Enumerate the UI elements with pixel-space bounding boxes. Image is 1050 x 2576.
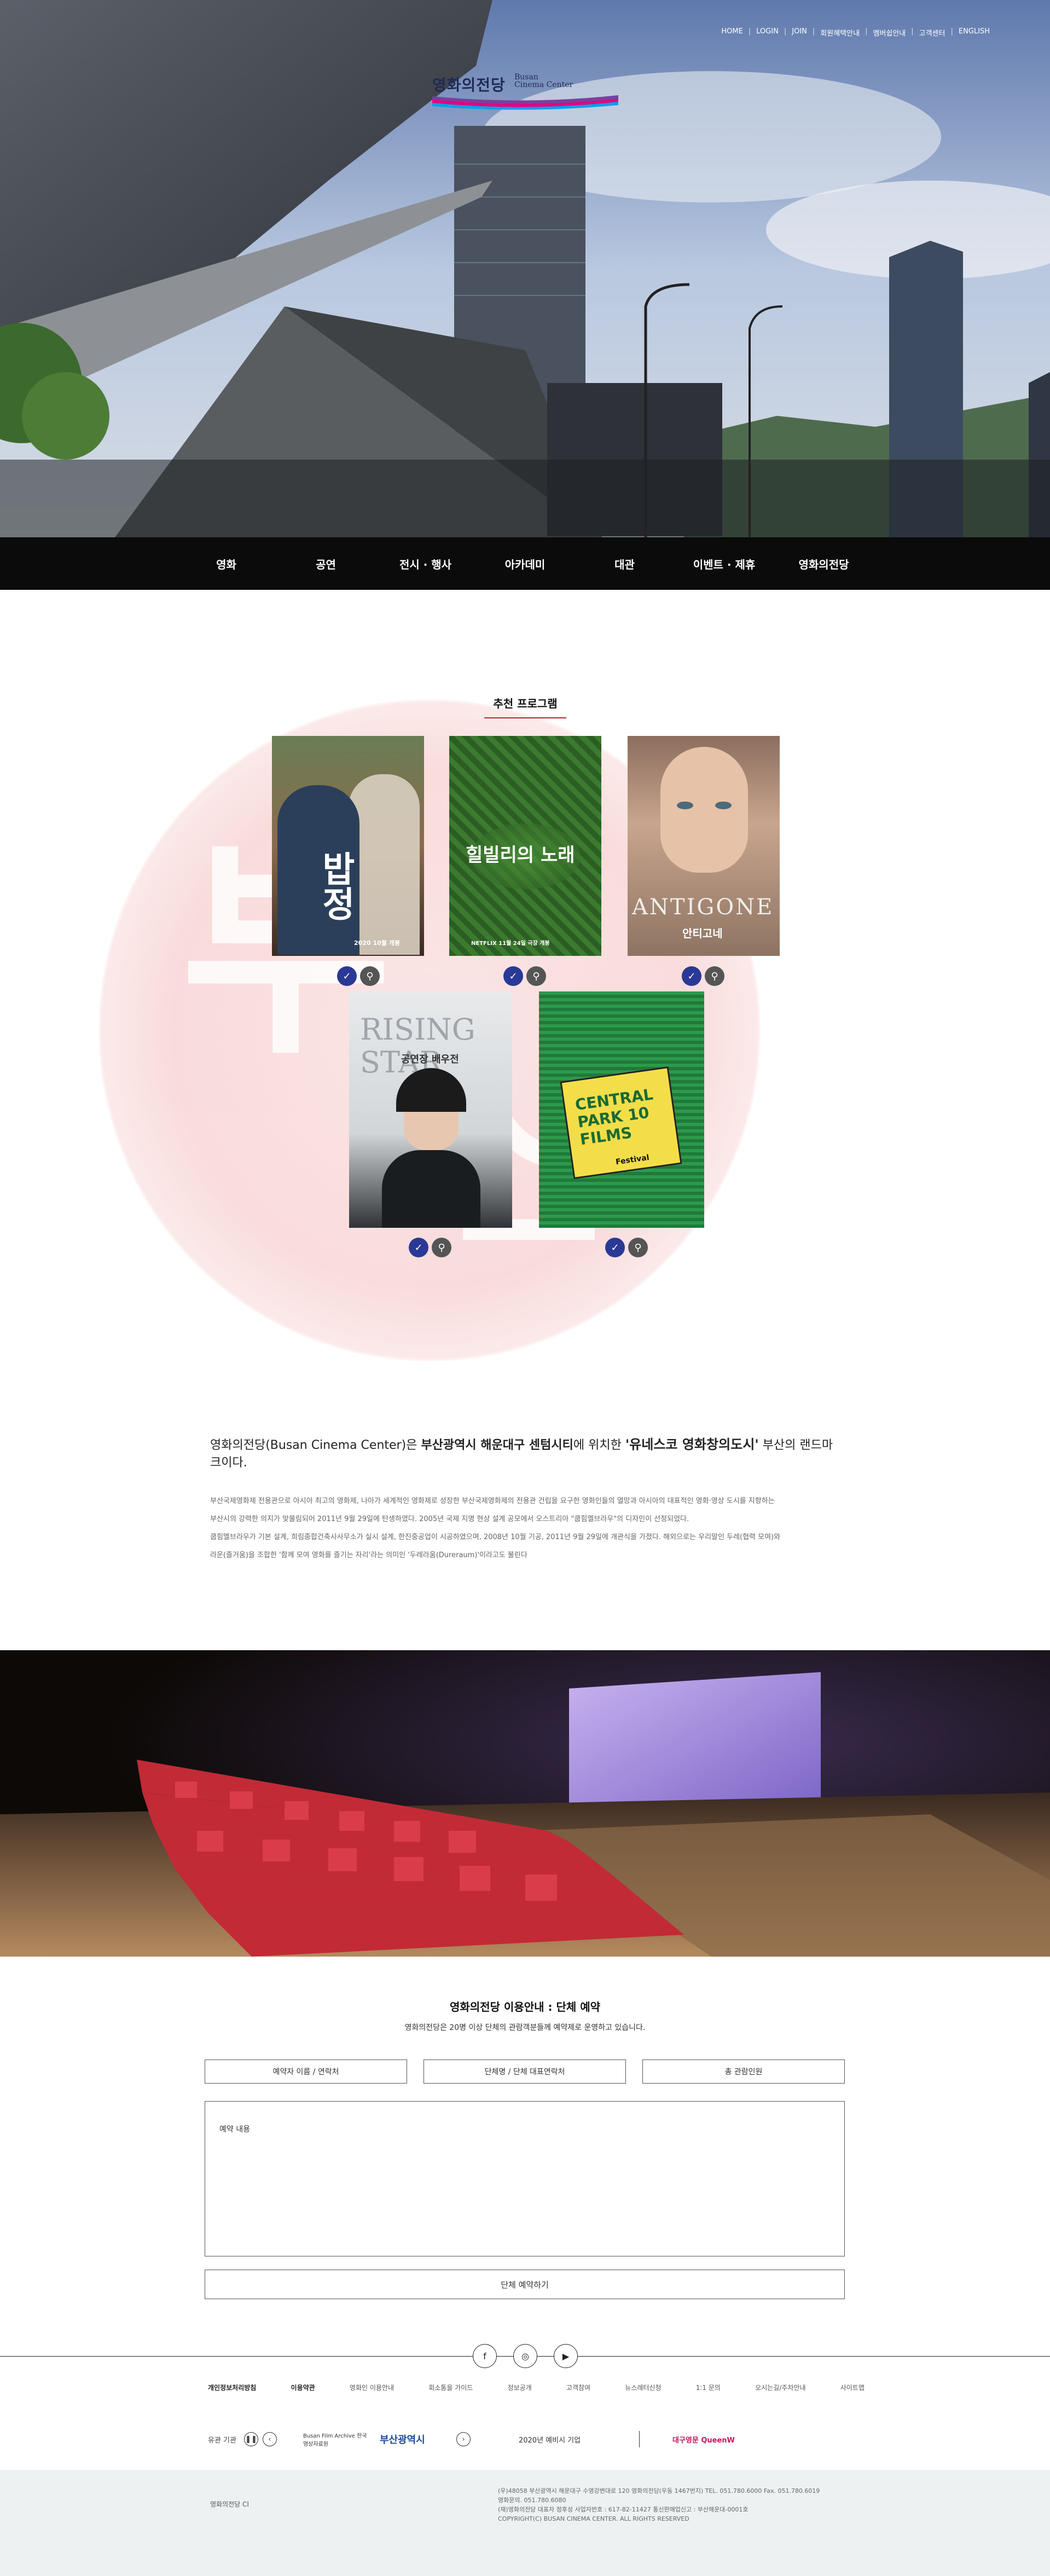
info-person-icon[interactable]: ⚲ <box>628 1238 648 1257</box>
cinema-hall-photo <box>0 1650 1050 1957</box>
nav-item-event[interactable]: 이벤트 · 제휴 <box>675 556 774 572</box>
poster-1[interactable]: 밥정 2020 10월 개봉 <box>272 736 424 956</box>
intro-section: 영화의전당(Busan Cinema Center)은 부산광역시 해운대구 센… <box>210 1434 839 1564</box>
util-link-english[interactable]: ENGLISH <box>959 27 990 38</box>
reserve-check-icon[interactable]: ✓ <box>503 966 523 986</box>
nav-item-about[interactable]: 영화의전당 <box>774 556 874 572</box>
info-person-icon[interactable]: ⚲ <box>705 966 724 986</box>
poster-5[interactable]: CENTRAL PARK 10 FILMS Festival <box>539 991 704 1228</box>
footer-link-newsletter[interactable]: 뉴스레터신청 <box>625 2383 661 2392</box>
footer-link-guide[interactable]: 영화인 이용안내 <box>350 2383 394 2392</box>
total-audience-field[interactable]: 총 관람인원 <box>642 2059 845 2084</box>
recommend-title: 추천 프로그램 <box>471 695 580 718</box>
poster-1-title: 밥정 <box>315 851 356 921</box>
util-link-login[interactable]: LOGIN <box>756 27 779 38</box>
poster-2-actions: ✓ ⚲ <box>503 966 546 986</box>
util-link-benefits[interactable]: 회원혜택안내 <box>820 27 860 38</box>
intro-body-1: 부산국제영화제 전용관으로 아시아 최고의 영화제, 나아가 세계적인 영화제로… <box>210 1497 775 1505</box>
chevron-left-icon[interactable]: ‹ <box>262 2432 277 2446</box>
family-divider <box>639 2431 640 2447</box>
footer-link-info[interactable]: 정보공개 <box>508 2383 532 2392</box>
footer-link-terms[interactable]: 이용약관 <box>291 2383 315 2392</box>
family-site-archive[interactable]: Busan Film Archive 한국영상자료원 <box>303 2431 369 2447</box>
poster-4-subtitle: 공연장 배우전 <box>401 1054 459 1065</box>
logo-ko: 영화의전당 <box>432 76 506 94</box>
footer-link-sitemap[interactable]: 사이트맵 <box>840 2383 865 2392</box>
facebook-icon[interactable]: f <box>473 2344 497 2368</box>
family-site-busan[interactable]: 부산광역시 <box>380 2432 451 2446</box>
reservation-title: 영화의전당 이용안내 : 단체 예약 <box>449 2000 601 2014</box>
pause-icon[interactable]: ❚❚ <box>243 2432 258 2446</box>
utility-links: HOME | LOGIN | JOIN | 회원혜택안내 | 멤버쉽안내 | 고객센터 | … <box>721 27 990 38</box>
reserve-check-icon[interactable]: ✓ <box>682 966 701 986</box>
reserve-check-icon[interactable]: ✓ <box>409 1238 428 1257</box>
family-label: 유관 기관 <box>208 2436 236 2445</box>
poster-2[interactable]: 힐빌리의 노래 NETFLIX 11월 24일 극장 개봉 <box>449 736 601 956</box>
poster-2-subtitle: NETFLIX 11월 24일 극장 개봉 <box>471 941 550 947</box>
poster-3-title: ANTIGONE <box>632 895 774 920</box>
reservation-subtitle: 영화의전당은 20명 이상 단체의 관람객분들께 예약제로 운영하고 있습니다. <box>404 2023 646 2032</box>
reservation-content-textarea[interactable]: 예약 내용 <box>205 2101 845 2256</box>
poster-2-title: 힐빌리의 노래 <box>466 844 575 866</box>
reserve-check-icon[interactable]: ✓ <box>605 1238 625 1257</box>
info-person-icon[interactable]: ⚲ <box>360 966 380 986</box>
footer-address: (우)48058 부산광역시 해운대구 수영강변대로 120 영화의전당(우동 … <box>498 2487 820 2522</box>
footer-bottom: 영화의전당 CI (우)48058 부산광역시 해운대구 수영강변대로 120 … <box>0 2470 1050 2576</box>
poster-3-subtitle: 안티고네 <box>682 927 723 940</box>
footer-link-directions[interactable]: 오시는길/주차안내 <box>755 2383 805 2392</box>
intro-body-4: 라운(즐거움)을 조합한 '함께 모여 영화를 즐기는 자리'라는 의미인 '두… <box>210 1551 527 1559</box>
footer-logo: 영화의전당 CI <box>210 2500 249 2508</box>
util-link-join[interactable]: JOIN <box>792 27 807 38</box>
footer-link-communication[interactable]: 회소통을 가이드 <box>428 2383 473 2392</box>
family-sites: 유관 기관 ❚❚ ‹ Busan Film Archive 한국영상자료원 부산… <box>208 2429 843 2449</box>
instagram-icon[interactable]: ◎ <box>513 2344 537 2368</box>
youtube-icon[interactable]: ▶ <box>554 2344 578 2368</box>
nav-item-academy[interactable]: 아카데미 <box>475 556 575 572</box>
info-person-icon[interactable]: ⚲ <box>526 966 546 986</box>
footer-link-participation[interactable]: 고객참여 <box>566 2383 590 2392</box>
site-logo[interactable]: 영화의전당 Busan Cinema Center <box>432 70 618 114</box>
footer-menu: 개인정보처리방침 이용약관 영화인 이용안내 회소통을 가이드 정보공개 고객참… <box>208 2383 865 2392</box>
info-person-icon[interactable]: ⚲ <box>432 1238 451 1257</box>
group-name-field[interactable]: 단체명 / 단체 대표연락처 <box>424 2059 626 2084</box>
footer-link-privacy[interactable]: 개인정보처리방침 <box>208 2383 256 2392</box>
textarea-label: 예약 내용 <box>219 2125 250 2134</box>
nav-item-rental[interactable]: 대관 <box>575 556 675 572</box>
poster-4-actions: ✓ ⚲ <box>409 1238 451 1257</box>
util-link-home[interactable]: HOME <box>721 27 742 38</box>
hero-banner: HOME | LOGIN | JOIN | 회원혜택안내 | 멤버쉽안내 | 고객센터 | … <box>0 0 1050 537</box>
poster-4[interactable]: RISING STAR 공연장 배우전 <box>349 991 512 1228</box>
intro-body-3: 쿱힘멜브라우가 기본 설계, 희림종합건축사사무소가 실시 설계, 한진중공업이… <box>210 1533 781 1541</box>
intro-lead: 영화의전당(Busan Cinema Center)은 부산광역시 해운대구 센… <box>210 1437 833 1470</box>
reserver-name-field[interactable]: 예약자 이름 / 연락처 <box>205 2059 407 2084</box>
nav-item-performance[interactable]: 공연 <box>276 556 376 572</box>
poster-1-subtitle: 2020 10월 개봉 <box>354 939 400 947</box>
intro-body-2: 부산시의 강력한 의지가 맞물림되어 2011년 9월 29일에 탄생하였다. … <box>210 1515 689 1523</box>
group-reserve-button[interactable]: 단체 예약하기 <box>205 2270 845 2299</box>
nav-item-movie[interactable]: 영화 <box>177 556 276 572</box>
reserve-check-icon[interactable]: ✓ <box>337 966 357 986</box>
poster-3[interactable]: ANTIGONE 안티고네 <box>628 736 780 956</box>
main-nav: 영화 공연 전시 · 행사 아카데미 대관 이벤트 · 제휴 영화의전당 <box>0 537 1050 590</box>
poster-3-actions: ✓ ⚲ <box>682 966 724 986</box>
util-link-membership[interactable]: 멤버쉽안내 <box>873 27 906 38</box>
logo-wave-icon <box>432 95 618 110</box>
poster-1-actions: ✓ ⚲ <box>337 966 380 986</box>
nav-item-exhibition[interactable]: 전시 · 행사 <box>376 556 475 572</box>
util-link-customer[interactable]: 고객센터 <box>919 27 945 38</box>
poster-5-actions: ✓ ⚲ <box>605 1238 648 1257</box>
chevron-right-icon[interactable]: › <box>456 2432 471 2446</box>
logo-en: Busan Cinema Center <box>514 73 573 89</box>
family-site-company[interactable]: 2020년 예비시 기업 <box>519 2434 606 2445</box>
family-site-queenw[interactable]: 대구영문 QueenW <box>672 2434 735 2445</box>
footer-link-inquiry[interactable]: 1:1 문의 <box>696 2383 721 2392</box>
